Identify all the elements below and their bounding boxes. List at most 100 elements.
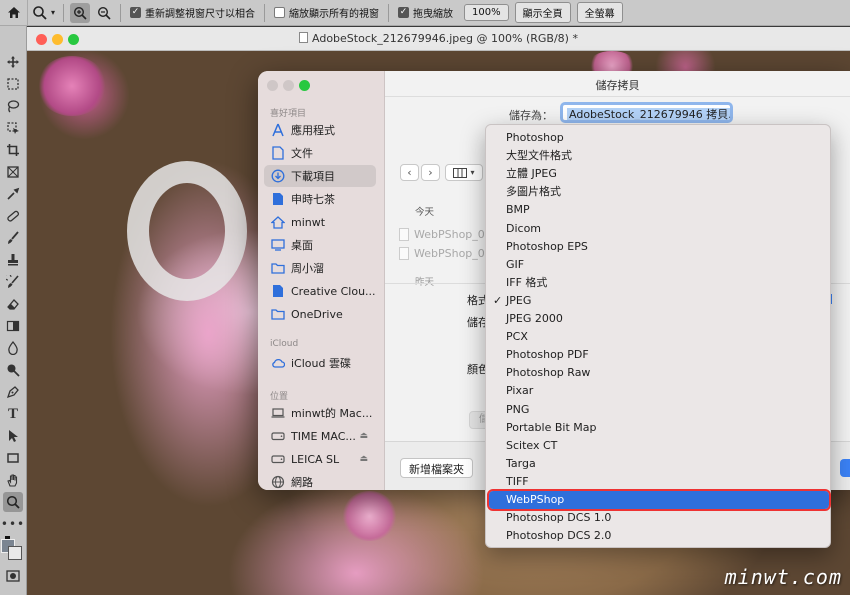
sidebar-item-onedrive[interactable]: OneDrive [264, 303, 376, 325]
format-option[interactable]: TIFF [486, 473, 830, 491]
back-button[interactable]: ‹ [400, 164, 419, 181]
home-icon [7, 7, 20, 18]
format-option[interactable]: Photoshop EPS [486, 238, 830, 256]
frame-tool[interactable] [3, 162, 23, 182]
sidebar-item-minwt[interactable]: minwt [264, 211, 376, 233]
view-mode-button[interactable]: ▾ [445, 164, 483, 181]
crop-icon [7, 144, 19, 156]
crop-tool[interactable] [3, 140, 23, 160]
blur-tool[interactable] [3, 338, 23, 358]
brush-tool[interactable] [3, 228, 23, 248]
path-selection-tool[interactable] [3, 426, 23, 446]
dialog-close-button[interactable] [267, 80, 278, 91]
zoom-all-windows-checkbox[interactable]: 縮放顯示所有的視窗 [274, 5, 379, 20]
document-icon [299, 32, 309, 43]
format-option[interactable]: Portable Bit Map [486, 419, 830, 437]
type-tool[interactable]: T [3, 404, 23, 424]
sidebar-item-folder[interactable]: 申時七茶 [264, 188, 376, 210]
document-title-text: AdobeStock_212679946.jpeg @ 100% (RGB/8)… [312, 32, 578, 45]
locations-header: 位置 [270, 392, 289, 402]
divider [63, 3, 65, 22]
format-option[interactable]: GIF [486, 256, 830, 274]
resize-windows-checkbox[interactable]: ✓ 重新調整視窗尺寸以相合 [130, 5, 255, 20]
scrubby-zoom-checkbox[interactable]: ✓ 拖曳縮放 [398, 5, 453, 20]
eyedropper-tool[interactable] [3, 184, 23, 204]
format-option[interactable]: 多圖片格式 [486, 183, 830, 201]
save-as-input[interactable]: AdobeStock_212679946 拷貝.jpg [560, 102, 733, 123]
sidebar-item-folder[interactable]: 周小溜 [264, 257, 376, 279]
file-item[interactable]: WebPShop_0. [399, 228, 488, 241]
format-option[interactable]: IFF 格式 [486, 274, 830, 292]
sidebar-item-downloads[interactable]: 下載項目 [264, 165, 376, 187]
watermark: minwt.com [724, 565, 842, 589]
sidebar-item-desktop[interactable]: 桌面 [264, 234, 376, 256]
history-brush-tool[interactable] [3, 272, 23, 292]
format-option[interactable]: BMP [486, 201, 830, 219]
type-icon: T [7, 405, 18, 422]
move-tool[interactable] [3, 52, 23, 72]
format-option[interactable]: Photoshop [486, 129, 830, 147]
format-option[interactable]: JPEG 2000 [486, 310, 830, 328]
format-option[interactable]: PNG [486, 401, 830, 419]
zoom-tool[interactable] [3, 492, 23, 512]
zoom-in-button[interactable] [70, 2, 91, 23]
dodge-tool[interactable] [3, 360, 23, 380]
format-option[interactable]: Photoshop PDF [486, 346, 830, 364]
format-option[interactable]: Pixar [486, 382, 830, 400]
zoom-tool-preset[interactable]: ▾ [28, 0, 59, 26]
format-option-label: 多圖片格式 [506, 185, 561, 199]
fit-screen-button[interactable]: 顯示全頁 [514, 2, 571, 23]
dialog-title: 儲存拷貝 [595, 79, 640, 92]
format-option[interactable]: 立體 JPEG [486, 165, 830, 183]
background-color-swatch[interactable] [8, 546, 22, 560]
sidebar-item-time-machine[interactable]: TIME MAC... ⏏ [264, 425, 376, 447]
home-button[interactable] [0, 0, 28, 26]
format-option[interactable]: WebPShop [487, 489, 831, 511]
format-option[interactable]: 大型文件格式 [486, 147, 830, 165]
format-option[interactable]: ✓ JPEG [486, 292, 830, 310]
sidebar-item-documents[interactable]: 文件 [264, 142, 376, 164]
format-option-label: JPEG 2000 [506, 312, 563, 325]
file-item[interactable]: WebPShop_0. [399, 247, 488, 260]
format-option[interactable]: PCX [486, 328, 830, 346]
sidebar-item-mac[interactable]: minwt的 Mac... [264, 402, 376, 424]
document-icon [270, 191, 286, 207]
save-button[interactable] [840, 459, 850, 477]
eject-icon[interactable]: ⏏ [359, 431, 368, 441]
format-option[interactable]: Photoshop DCS 1.0 [486, 509, 830, 527]
fill-screen-button[interactable]: 全螢幕 [576, 2, 623, 23]
format-option[interactable]: Targa [486, 455, 830, 473]
rectangle-tool[interactable] [3, 448, 23, 468]
object-selection-tool[interactable] [3, 118, 23, 138]
gradient-tool[interactable] [3, 316, 23, 336]
dialog-minimize-button[interactable] [283, 80, 294, 91]
dialog-zoom-button[interactable] [299, 80, 310, 91]
sidebar-item-network[interactable]: 網路 [264, 471, 376, 490]
format-option[interactable]: Photoshop DCS 2.0 [486, 527, 830, 545]
zoom-out-button[interactable] [94, 3, 114, 23]
bandage-icon [7, 210, 20, 222]
dialog-sidebar: 喜好項目 應用程式 文件 下載項目 申時七茶 minwt 桌面 周小溜 Crea… [258, 71, 385, 490]
format-option[interactable]: Scitex CT [486, 437, 830, 455]
new-folder-button[interactable]: 新增檔案夾 [400, 458, 473, 478]
format-option[interactable]: Photoshop Raw [486, 364, 830, 382]
sidebar-item-applications[interactable]: 應用程式 [264, 119, 376, 141]
healing-brush-tool[interactable] [3, 206, 23, 226]
marquee-tool[interactable] [3, 74, 23, 94]
quick-mask-button[interactable] [3, 566, 23, 586]
sidebar-item-leica[interactable]: LEICA SL ⏏ [264, 448, 376, 470]
format-option[interactable]: Dicom [486, 220, 830, 238]
eject-icon[interactable]: ⏏ [359, 454, 368, 464]
zoom-100-button[interactable]: 100% [464, 4, 509, 21]
lasso-tool[interactable] [3, 96, 23, 116]
columns-view-icon [453, 167, 468, 178]
format-option-label: Scitex CT [506, 438, 558, 452]
forward-button[interactable]: › [421, 164, 440, 181]
magnifier-icon [33, 5, 47, 20]
sidebar-item-icloud-drive[interactable]: iCloud 雲碟 [264, 352, 376, 374]
clone-stamp-tool[interactable] [3, 250, 23, 270]
sidebar-item-creative-cloud[interactable]: Creative Clou... [264, 280, 376, 302]
eraser-tool[interactable] [3, 294, 23, 314]
hand-tool[interactable] [3, 470, 23, 490]
pen-tool[interactable] [3, 382, 23, 402]
